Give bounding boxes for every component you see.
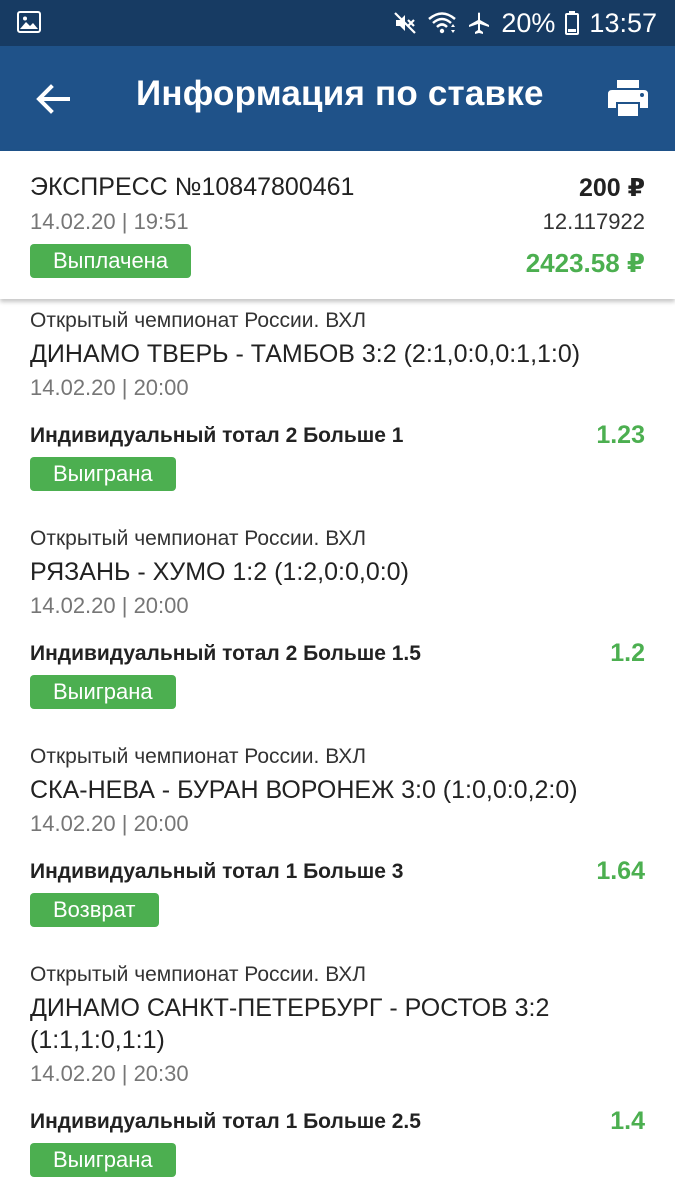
market-name: Индивидуальный тотал 2 Больше 1 (30, 424, 404, 447)
market-name: Индивидуальный тотал 1 Больше 3 (30, 860, 404, 883)
list-item: Открытый чемпионат России. ВХЛ ДИНАМО СА… (0, 953, 675, 1200)
back-arrow-icon[interactable] (30, 76, 76, 122)
page-title: Информация по ставке (136, 74, 544, 113)
match-name: ДИНАМО ТВЕРЬ - ТАМБОВ 3:2 (2:1,0:0,0:1,1… (30, 340, 581, 368)
event-list: Открытый чемпионат России. ВХЛ ДИНАМО ТВ… (0, 299, 675, 1200)
status-bar: 20% 13:57 (0, 0, 675, 46)
bet-date: 14.02.20 | 19:51 (30, 209, 189, 234)
match-name: ДИНАМО САНКТ-ПЕТЕРБУРГ - РОСТОВ 3:2 (1:1… (30, 994, 550, 1054)
odds-value: 1.4 (610, 1107, 645, 1135)
match-name: СКА-НЕВА - БУРАН ВОРОНЕЖ 3:0 (1:0,0:0,2:… (30, 776, 578, 804)
airplane-icon (467, 11, 491, 35)
battery-icon (565, 11, 580, 35)
status-badge: Выиграна (30, 457, 176, 491)
mute-icon (393, 11, 417, 35)
match-name: РЯЗАНЬ - ХУМО 1:2 (1:2,0:0,0:0) (30, 558, 409, 586)
odds-value: 1.23 (596, 421, 645, 449)
status-badge: Выиграна (30, 1143, 176, 1177)
bet-name: ЭКСПРЕСС №10847800461 (30, 173, 355, 201)
market-name: Индивидуальный тотал 2 Больше 1.5 (30, 642, 421, 665)
app-bar: Информация по ставке (0, 46, 675, 151)
league-name: Открытый чемпионат России. ВХЛ (30, 527, 367, 550)
bet-coefficient: 12.117922 (542, 209, 645, 234)
printer-icon[interactable] (605, 75, 651, 121)
match-date: 14.02.20 | 20:00 (30, 593, 189, 618)
odds-value: 1.2 (610, 639, 645, 667)
match-date: 14.02.20 | 20:00 (30, 375, 189, 400)
status-badge: Возврат (30, 893, 159, 927)
odds-value: 1.64 (596, 857, 645, 885)
match-date: 14.02.20 | 20:00 (30, 811, 189, 836)
match-date: 14.02.20 | 20:30 (30, 1061, 189, 1086)
gallery-icon (17, 11, 41, 38)
status-badge: Выплачена (30, 244, 192, 278)
battery-percentage: 20% (501, 7, 556, 38)
league-name: Открытый чемпионат России. ВХЛ (30, 309, 367, 332)
league-name: Открытый чемпионат России. ВХЛ (30, 745, 367, 768)
wifi-icon (427, 11, 457, 35)
bet-amount: 200 ₽ (578, 174, 645, 202)
bet-summary-card: ЭКСПРЕСС №10847800461 14.02.20 | 19:51 2… (0, 151, 675, 299)
list-item: Открытый чемпионат России. ВХЛ ДИНАМО ТВ… (0, 299, 675, 517)
list-item: Открытый чемпионат России. ВХЛ СКА-НЕВА … (0, 735, 675, 953)
league-name: Открытый чемпионат России. ВХЛ (30, 963, 367, 986)
status-badge: Выиграна (30, 675, 176, 709)
clock: 13:57 (589, 7, 657, 38)
market-name: Индивидуальный тотал 1 Больше 2.5 (30, 1110, 421, 1133)
list-item: Открытый чемпионат России. ВХЛ РЯЗАНЬ - … (0, 517, 675, 735)
bet-payout: 2423.58 ₽ (525, 248, 645, 278)
